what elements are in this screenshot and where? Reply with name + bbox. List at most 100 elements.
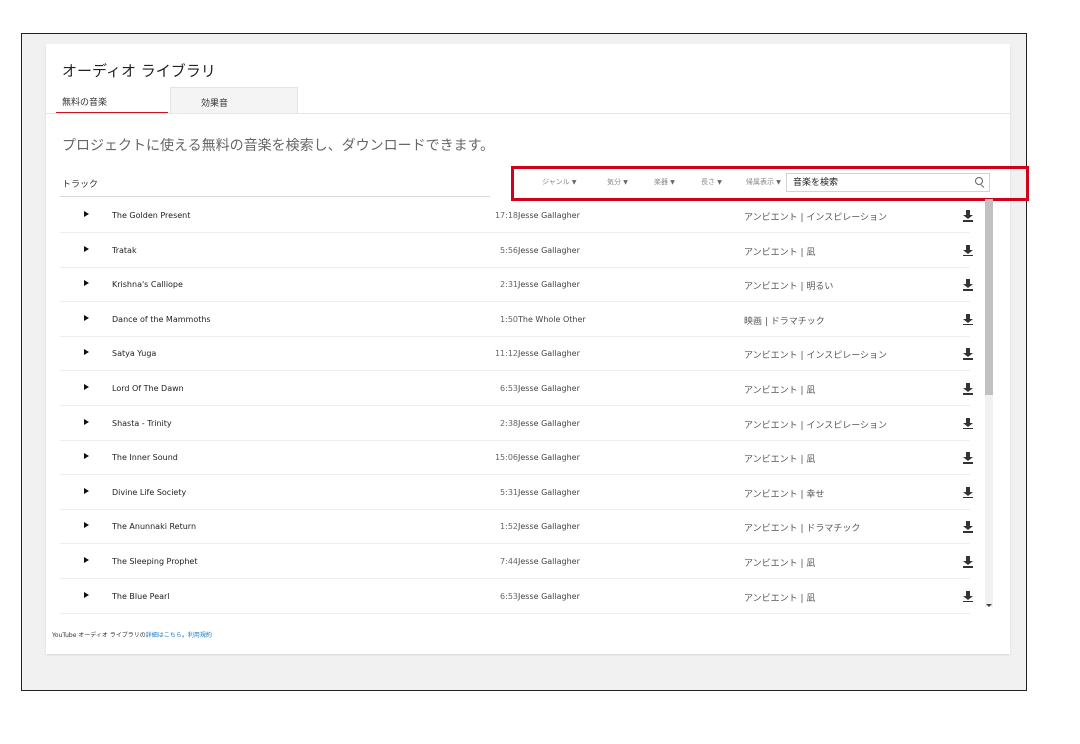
music-search-box — [786, 173, 990, 192]
track-row[interactable]: The Golden Present 17:18 Jesse Gallagher アン… — [60, 199, 973, 233]
track-genre-mood: アンビエント | 凪 — [744, 559, 816, 569]
play-icon[interactable] — [84, 211, 89, 217]
download-icon[interactable] — [963, 556, 973, 568]
track-genre-mood: アンビエント | 凪 — [744, 593, 816, 604]
play-icon[interactable] — [84, 314, 89, 321]
track-duration: 17:18 — [494, 211, 518, 220]
tab-divider — [46, 113, 1010, 114]
mood-filter-label: 気分 — [607, 178, 621, 186]
track-duration: 5:31 — [500, 487, 518, 497]
play-icon[interactable] — [84, 557, 89, 563]
caret-down-icon: ▼ — [571, 179, 577, 186]
scrollbar-thumb[interactable] — [985, 199, 993, 395]
play-icon[interactable] — [84, 591, 89, 598]
scrollbar[interactable] — [985, 199, 993, 607]
play-icon[interactable] — [84, 384, 89, 390]
caret-down-icon: ▼ — [623, 179, 628, 186]
play-icon[interactable] — [84, 453, 89, 460]
play-icon[interactable] — [84, 487, 89, 494]
track-artist: The Whole Other — [518, 314, 586, 324]
track-row[interactable]: The Inner Sound 15:06 Jesse Gallagher アンビエン… — [60, 441, 973, 476]
track-artist: Jesse Gallagher — [518, 557, 580, 566]
track-row[interactable]: Tratak 5:56 Jesse Gallagher アンビエント | 凪 — [60, 234, 973, 268]
track-genre-mood: 映画 | ドラマチック — [744, 316, 825, 327]
download-icon[interactable] — [963, 452, 973, 464]
play-icon[interactable] — [84, 349, 89, 356]
track-title: Dance of the Mammoths — [112, 314, 211, 324]
library-description: プロジェクトに使える無料の音楽を検索し、ダウンロードできます。 — [62, 138, 495, 154]
track-column-header[interactable]: トラック — [62, 177, 98, 190]
track-genre-mood: アンビエント | 明るい — [744, 282, 834, 293]
track-duration: 5:56 — [500, 245, 518, 255]
track-row[interactable]: Divine Life Society 5:31 Jesse Gallagher アン… — [60, 476, 973, 510]
track-genre-mood: アンビエント | 凪 — [744, 386, 816, 396]
attribution-filter-label: 帰属表示 — [746, 178, 774, 186]
track-genre-mood: アンビエント | 凪 — [744, 247, 816, 258]
track-title: Lord Of The Dawn — [112, 384, 184, 393]
play-icon[interactable] — [84, 522, 89, 529]
track-genre-mood: アンビエント | 幸せ — [744, 489, 825, 500]
tab-free-music[interactable]: 無料の音楽 — [56, 87, 168, 114]
track-title: The Blue Pearl — [112, 591, 170, 601]
caret-down-icon: ▼ — [670, 179, 675, 186]
download-icon[interactable] — [963, 486, 973, 499]
page-title: オーディオ ライブラリ — [62, 62, 216, 80]
genre-filter-label: ジャンル — [542, 178, 570, 186]
track-artist: Jesse Gallagher — [518, 349, 580, 359]
download-icon[interactable] — [963, 279, 973, 291]
duration-filter-label: 長さ — [701, 178, 715, 186]
track-row[interactable]: Krishna's Calliope 2:31 Jesse Gallagher アンビ… — [60, 268, 973, 303]
duration-filter-dropdown[interactable]: 長さ ▼ — [701, 177, 722, 187]
track-duration: 2:31 — [500, 280, 518, 290]
caret-down-icon: ▼ — [776, 179, 781, 186]
details-link[interactable]: 詳細はこちら — [146, 632, 182, 639]
track-artist: Jesse Gallagher — [518, 245, 580, 255]
genre-filter-dropdown[interactable]: ジャンル ▼ — [542, 177, 577, 187]
download-icon[interactable] — [963, 210, 973, 222]
track-title: The Sleeping Prophet — [112, 557, 198, 566]
play-icon[interactable] — [84, 280, 89, 287]
download-icon[interactable] — [963, 313, 973, 326]
track-row[interactable]: Satya Yuga 11:12 Jesse Gallagher アンビエント | イ… — [60, 337, 973, 372]
download-icon[interactable] — [963, 521, 973, 533]
mood-filter-dropdown[interactable]: 気分 ▼ — [607, 177, 628, 187]
track-duration: 15:06 — [494, 453, 518, 463]
track-artist: Jesse Gallagher — [518, 211, 580, 220]
track-row[interactable]: The Blue Pearl 6:53 Jesse Gallagher アンビエント … — [60, 580, 973, 614]
track-duration: 1:50 — [500, 314, 518, 324]
header-divider — [60, 196, 490, 197]
track-row[interactable]: The Anunnaki Return 1:52 Jesse Gallagher アン… — [60, 510, 973, 545]
track-row[interactable]: The Sleeping Prophet 7:44 Jesse Gallagher ア… — [60, 545, 973, 579]
play-icon[interactable] — [84, 245, 89, 252]
track-duration: 6:53 — [500, 591, 518, 601]
track-title: Krishna's Calliope — [112, 280, 183, 290]
terms-link[interactable]: 利用規約 — [188, 632, 212, 639]
download-icon[interactable] — [963, 348, 973, 360]
track-artist: Jesse Gallagher — [518, 453, 580, 463]
download-icon[interactable] — [963, 244, 973, 257]
track-genre-mood: アンビエント | インスピレーション — [744, 420, 888, 431]
instrument-filter-dropdown[interactable]: 楽器 ▼ — [654, 177, 675, 187]
track-artist: Jesse Gallagher — [518, 384, 580, 393]
download-icon[interactable] — [963, 417, 973, 430]
track-genre-mood: アンビエント | インスピレーション — [744, 213, 888, 223]
track-duration: 1:52 — [500, 522, 518, 532]
track-duration: 11:12 — [494, 349, 518, 359]
track-row[interactable]: Shasta - Trinity 2:38 Jesse Gallagher アンビエン… — [60, 407, 973, 441]
download-icon[interactable] — [963, 383, 973, 395]
attribution-filter-dropdown[interactable]: 帰属表示 ▼ — [746, 177, 781, 187]
track-title: Divine Life Society — [112, 487, 187, 497]
scroll-down-arrow-icon[interactable] — [986, 604, 992, 607]
download-icon[interactable] — [963, 590, 973, 603]
track-artist: Jesse Gallagher — [518, 280, 580, 290]
track-row[interactable]: Dance of the Mammoths 1:50 The Whole Other… — [60, 303, 973, 337]
play-icon[interactable] — [84, 418, 89, 425]
track-title: The Anunnaki Return — [112, 522, 197, 532]
tab-sound-effects[interactable]: 効果音 — [170, 87, 298, 114]
track-duration: 6:53 — [500, 384, 518, 393]
music-search-input[interactable] — [791, 175, 953, 190]
track-artist: Jesse Gallagher — [518, 418, 580, 428]
audio-library-card: オーディオ ライブラリ 無料の音楽 効果音 プロジェクトに使える無料の音楽を検索… — [46, 44, 1029, 654]
search-icon[interactable] — [975, 177, 983, 185]
track-row[interactable]: Lord Of The Dawn 6:53 Jesse Gallagher アンビエン… — [60, 372, 973, 406]
